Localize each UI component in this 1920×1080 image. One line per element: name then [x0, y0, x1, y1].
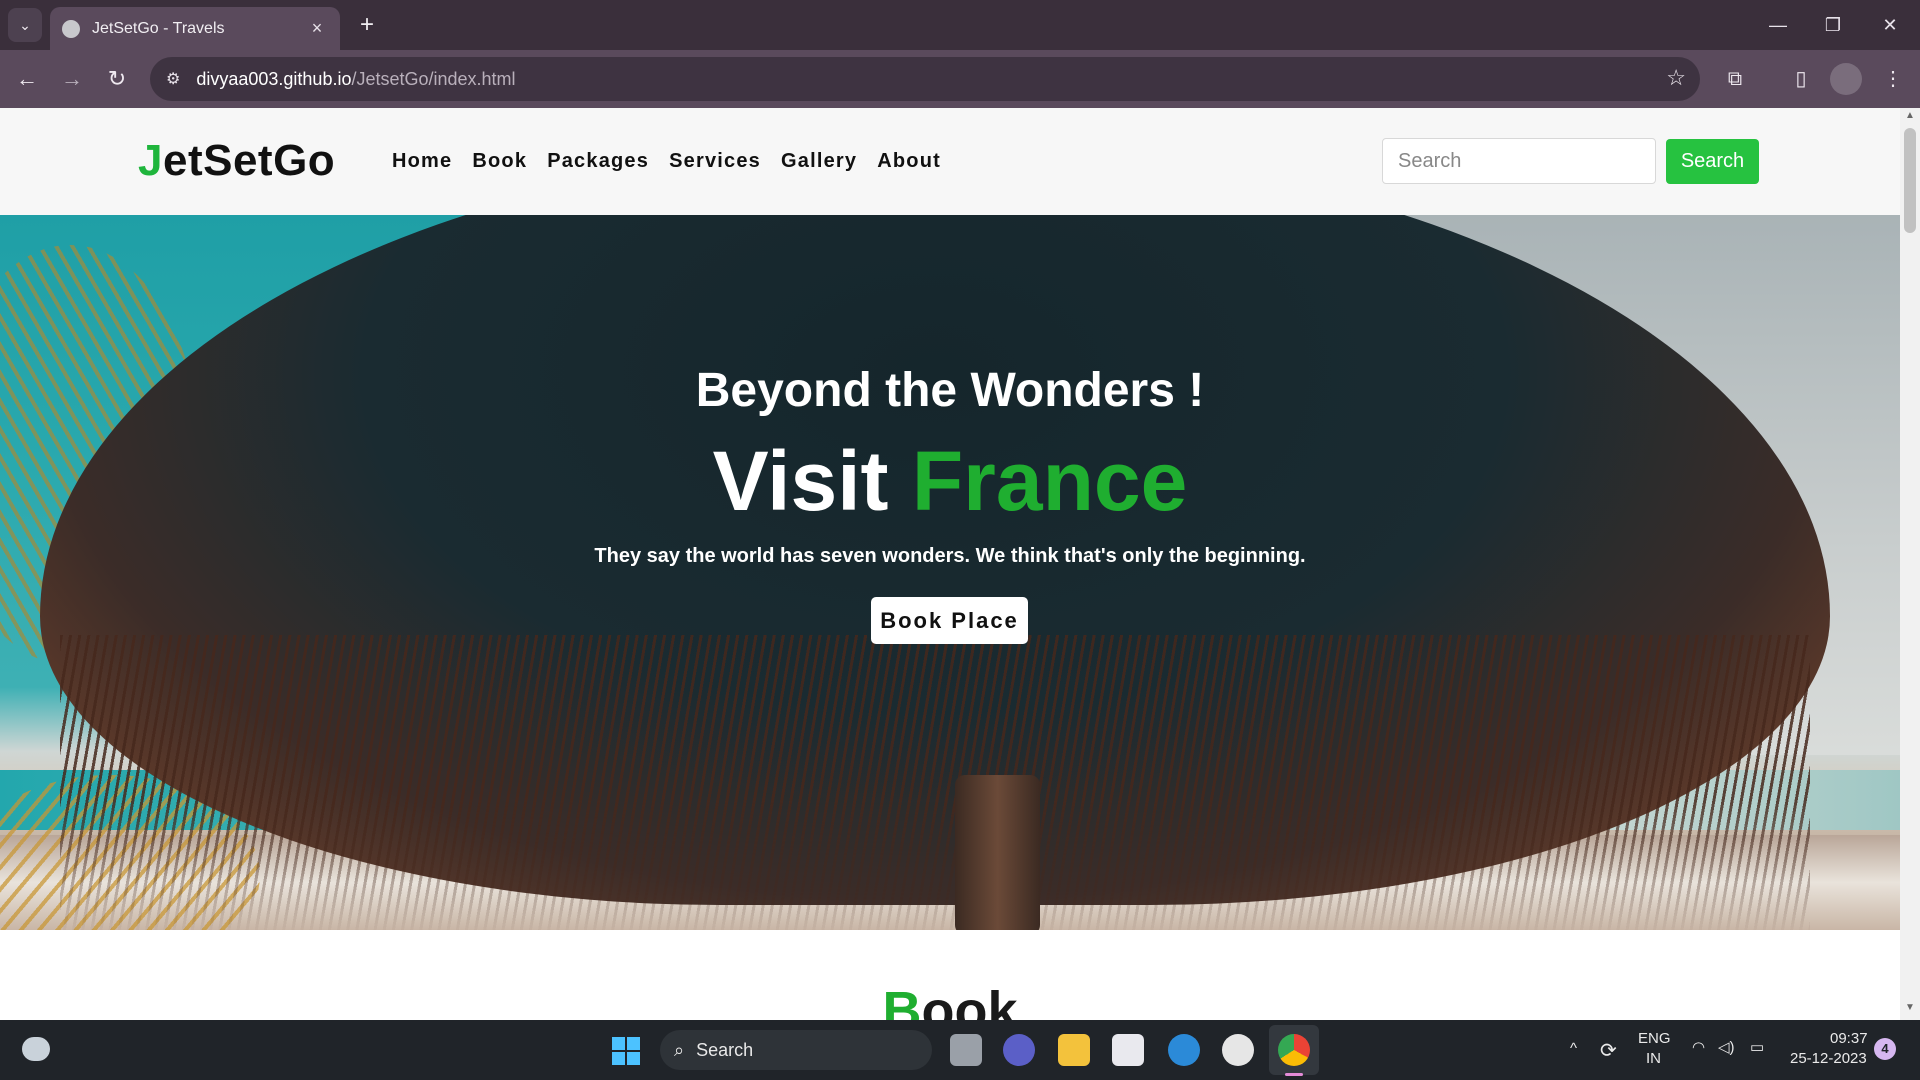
hero-content: Beyond the Wonders ! Visit France They s… [0, 215, 1900, 930]
tab-title: JetSetGo - Travels [92, 19, 225, 37]
tray-chevron-icon[interactable]: ^ [1570, 1040, 1577, 1057]
section-heading-rest: ook [921, 981, 1018, 1020]
hero-title-accent: France [911, 434, 1188, 528]
nav-book[interactable]: Book [472, 150, 527, 173]
scroll-up-arrow[interactable]: ▲ [1900, 110, 1920, 126]
side-panel-icon[interactable]: ▯ [1784, 62, 1818, 96]
url-path: /JetsetGo/index.html [351, 68, 516, 89]
logo-text: etSetGo [162, 136, 336, 185]
forward-button[interactable]: → [55, 62, 89, 96]
scroll-down-arrow[interactable]: ▼ [1900, 1002, 1920, 1018]
chevron-down-icon: ⌄ [19, 16, 31, 33]
profile-avatar[interactable] [1830, 63, 1862, 95]
url-host: divyaa003.github.io [196, 68, 352, 89]
language-bottom[interactable]: IN [1646, 1050, 1661, 1067]
chat-icon[interactable] [1003, 1034, 1035, 1066]
sync-icon[interactable]: ⟳ [1600, 1038, 1617, 1063]
volume-icon[interactable]: ◁) [1718, 1038, 1735, 1056]
search-icon: ⌕ [674, 1039, 685, 1060]
minimize-button[interactable]: — [1758, 10, 1798, 40]
wifi-icon[interactable]: ◠ [1692, 1038, 1705, 1056]
app-icon[interactable] [1222, 1034, 1254, 1066]
hero-title: Visit France [0, 433, 1900, 530]
logo-letter: J [138, 136, 163, 185]
nav-services[interactable]: Services [669, 150, 761, 173]
address-bar[interactable]: ⚙ divyaa003.github.io /JetsetGo/index.ht… [150, 57, 1700, 101]
battery-icon[interactable]: ▭ [1750, 1038, 1764, 1056]
nav-packages[interactable]: Packages [547, 150, 649, 173]
taskbar-search-label: Search [696, 1039, 754, 1060]
site-search-input[interactable] [1382, 138, 1656, 184]
bookmark-star-icon[interactable]: ☆ [1666, 65, 1686, 91]
clock-date[interactable]: 25-12-2023 [1790, 1050, 1867, 1067]
language-top[interactable]: ENG [1638, 1030, 1671, 1047]
nav-about[interactable]: About [877, 150, 941, 173]
new-tab-button[interactable]: + [352, 10, 382, 40]
browser-tabstrip: ⌄ JetSetGo - Travels × + — ❐ ✕ [0, 0, 1920, 50]
clock-time[interactable]: 09:37 [1830, 1030, 1868, 1047]
site-logo[interactable]: JetSetGo [138, 136, 335, 186]
store-icon[interactable] [1112, 1034, 1144, 1066]
scroll-thumb[interactable] [1904, 128, 1916, 233]
close-tab-icon[interactable]: × [306, 18, 328, 39]
main-nav: Home Book Packages Services Gallery Abou… [392, 150, 941, 173]
site-info-icon[interactable]: ⚙ [166, 69, 180, 89]
chrome-icon[interactable] [1278, 1034, 1310, 1066]
close-window-button[interactable]: ✕ [1870, 10, 1910, 40]
section-heading-letter: B [882, 981, 922, 1020]
site-header: JetSetGo Home Book Packages Services Gal… [0, 108, 1900, 215]
site-search-button[interactable]: Search [1666, 139, 1759, 184]
back-button[interactable]: ← [10, 62, 44, 96]
ie-icon[interactable] [1168, 1034, 1200, 1066]
windows-taskbar: ⌕ Search ^ ⟳ ENG IN ◠ ◁) ▭ 09:37 25-12-2… [0, 1020, 1920, 1080]
web-page: JetSetGo Home Book Packages Services Gal… [0, 108, 1900, 1020]
hero-banner: Beyond the Wonders ! Visit France They s… [0, 215, 1900, 930]
taskbar-search[interactable]: ⌕ Search [660, 1030, 932, 1070]
hero-subtitle: Beyond the Wonders ! [695, 364, 1205, 417]
weather-icon[interactable] [22, 1037, 50, 1061]
reload-button[interactable]: ↻ [100, 62, 134, 96]
hero-tagline: They say the world has seven wonders. We… [594, 545, 1306, 567]
browser-tab-active[interactable]: JetSetGo - Travels × [50, 7, 340, 50]
notification-badge[interactable]: 4 [1874, 1038, 1896, 1060]
extensions-icon[interactable]: ⧉ [1718, 62, 1752, 96]
file-explorer-icon[interactable] [1058, 1034, 1090, 1066]
tab-search-button[interactable]: ⌄ [8, 8, 42, 42]
browser-toolbar: ← → ↻ ⚙ divyaa003.github.io /JetsetGo/in… [0, 50, 1920, 108]
hero-title-plain: Visit [712, 434, 912, 528]
nav-gallery[interactable]: Gallery [781, 150, 857, 173]
globe-icon [62, 19, 80, 38]
active-indicator [1285, 1073, 1303, 1076]
browser-menu-icon[interactable]: ⋮ [1876, 62, 1910, 96]
nav-home[interactable]: Home [392, 150, 452, 173]
task-view-icon[interactable] [950, 1034, 982, 1066]
section-heading-book: Book [0, 980, 1900, 1020]
book-place-button[interactable]: Book Place [871, 597, 1028, 644]
page-scrollbar[interactable]: ▲ ▼ [1900, 108, 1920, 1020]
start-button[interactable] [612, 1037, 640, 1065]
restore-button[interactable]: ❐ [1813, 10, 1853, 40]
